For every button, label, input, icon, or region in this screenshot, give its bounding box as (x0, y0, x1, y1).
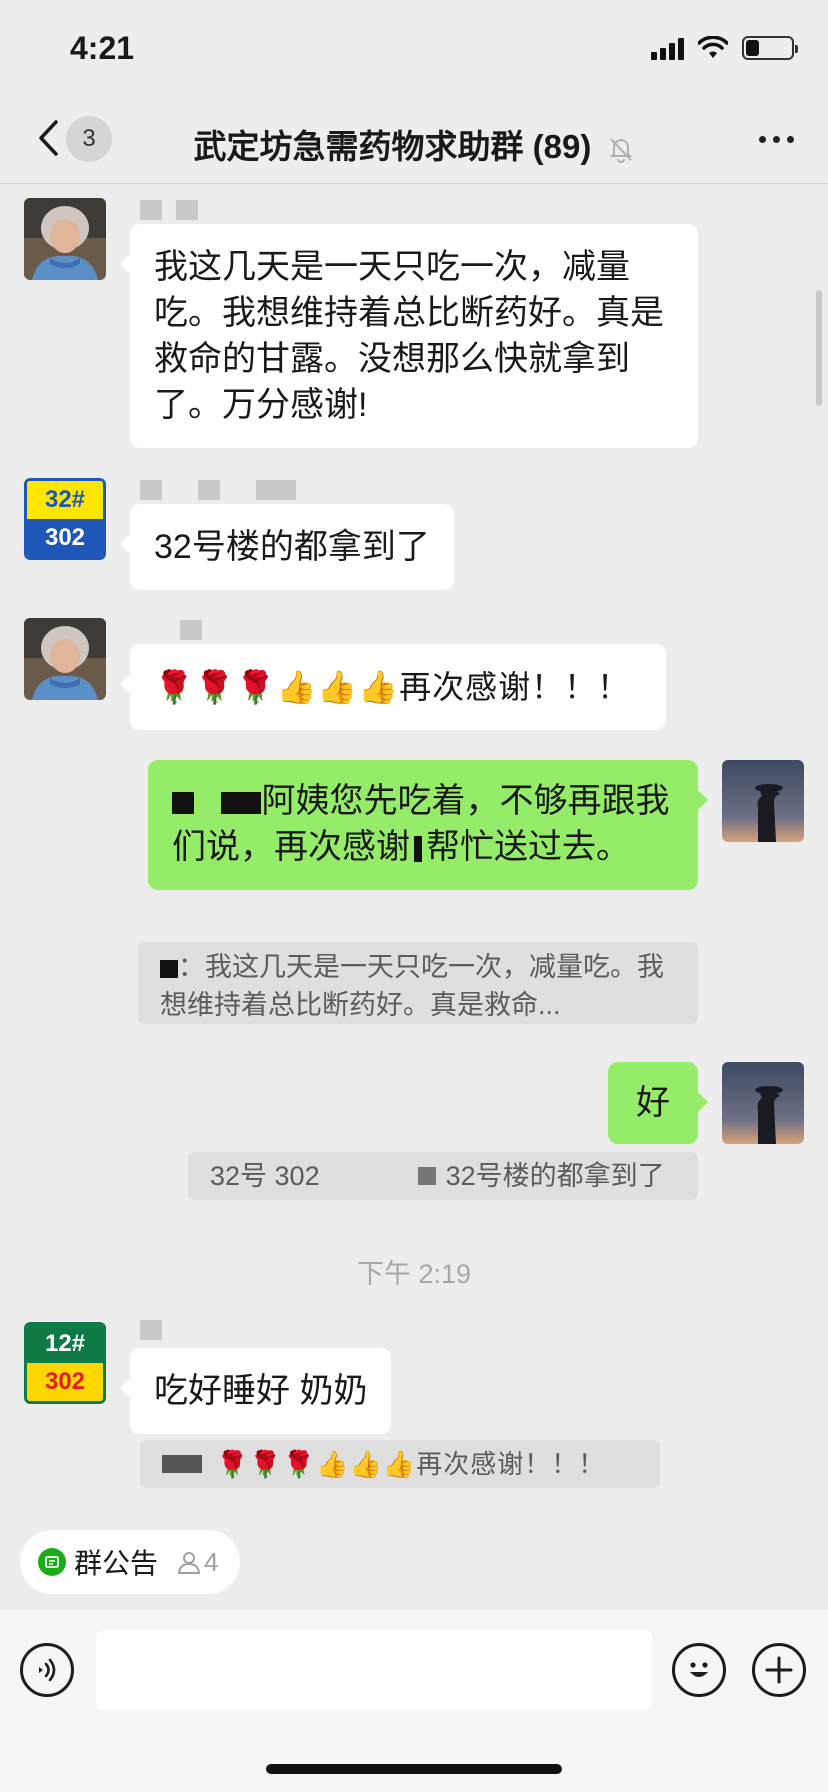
status-bar: 4:21 (0, 0, 828, 100)
sender-name-redacted (140, 200, 198, 220)
redacted-name (162, 1455, 202, 1473)
message-bubble-own[interactable]: 阿姨您先吃着，不够再跟我们说，再次感谢 帮忙送过去。 (148, 760, 708, 890)
smiley-icon (690, 1662, 708, 1677)
group-notice-label: 群公告 (74, 1548, 159, 1579)
chat-header: 3 武定坊急需药物求助群 (89) (0, 100, 828, 184)
home-indicator[interactable] (266, 1764, 562, 1774)
message-bubble-own[interactable]: 好 (608, 1062, 708, 1144)
quoted-text: ：我这几天是一天只吃一次，减量吃。我想维持着总比断药好。真是救命... (160, 952, 664, 1020)
voice-input-button[interactable] (20, 1643, 74, 1697)
redacted-name (417, 1167, 436, 1185)
avatar[interactable]: 12# 302 (24, 1322, 106, 1404)
chat-title: 武定坊急需药物求助群 (89) (0, 120, 828, 168)
sender-name-redacted (140, 480, 296, 500)
avatar-building-label: 32# (27, 481, 103, 519)
sender-name-redacted (140, 1320, 162, 1340)
mute-bell-icon (609, 138, 632, 164)
group-notice-button[interactable]: 群公告 4 (20, 1530, 241, 1594)
avatar-own[interactable] (722, 1062, 804, 1144)
more-actions-button[interactable] (752, 1643, 806, 1697)
avatar[interactable] (24, 198, 106, 280)
status-icons (651, 36, 798, 60)
avatar[interactable] (24, 618, 106, 700)
voice-icon (39, 1658, 56, 1682)
message-bubble[interactable]: 我这几天是一天只吃一次，减量吃。我想维持着总比断药好。真是救命的甘露。没想那么快… (120, 224, 698, 448)
person-icon (177, 1552, 201, 1574)
scrollbar[interactable] (816, 290, 822, 406)
redacted-name (414, 836, 422, 863)
message-text: 帮忙送过去。 (426, 828, 630, 866)
avatar-room-label: 302 (27, 1363, 103, 1401)
avatar-photo-silhouette (722, 760, 804, 842)
message-bubble[interactable]: 吃好睡好 奶奶 (119, 1348, 392, 1434)
redacted-name (172, 792, 194, 815)
chat-title-text: 武定坊急需药物求助群 (89) (193, 128, 592, 165)
quoted-message[interactable]: ：我这几天是一天只吃一次，减量吃。我想维持着总比断药好。真是救命... (138, 942, 698, 1024)
emoji-button[interactable] (672, 1643, 726, 1697)
avatar-own[interactable] (722, 760, 804, 842)
avatar-room-label: 302 (27, 519, 103, 557)
quoted-text: 🌹🌹🌹👍👍👍再次感谢！！！ (216, 1449, 606, 1479)
timestamp: 下午 2:19 (356, 1259, 472, 1289)
quoted-text: 32号楼的都拿到了 (445, 1161, 665, 1191)
signal-icon (651, 36, 684, 60)
message-input[interactable] (96, 1630, 652, 1710)
quoted-message[interactable]: 32号 302 32号楼的都拿到了 (188, 1152, 698, 1200)
redacted-name (160, 959, 178, 978)
redacted-name (221, 792, 262, 815)
plus-icon (765, 1656, 793, 1684)
quoted-sender: 32号 302 (210, 1161, 320, 1191)
notice-count-value: 4 (204, 1546, 219, 1577)
avatar-photo-grandma (24, 198, 106, 280)
quoted-message[interactable]: 🌹🌹🌹👍👍👍再次感谢！！！ (140, 1440, 660, 1488)
announcement-icon (38, 1548, 66, 1576)
status-time: 4:21 (70, 30, 135, 66)
wifi-icon (698, 36, 728, 58)
avatar[interactable]: 32# 302 (24, 478, 106, 560)
sender-name-redacted (180, 620, 202, 640)
more-options-button[interactable] (759, 136, 794, 143)
battery-icon (742, 36, 798, 60)
message-bubble[interactable]: 🌹🌹🌹👍👍👍再次感谢！！！ (120, 644, 666, 730)
message-bubble[interactable]: 32号楼的都拿到了 (120, 504, 454, 590)
notice-count: 4 (176, 1547, 218, 1578)
avatar-photo-silhouette (722, 1062, 804, 1144)
avatar-photo-grandma (24, 618, 106, 700)
avatar-building-label: 12# (27, 1325, 103, 1363)
